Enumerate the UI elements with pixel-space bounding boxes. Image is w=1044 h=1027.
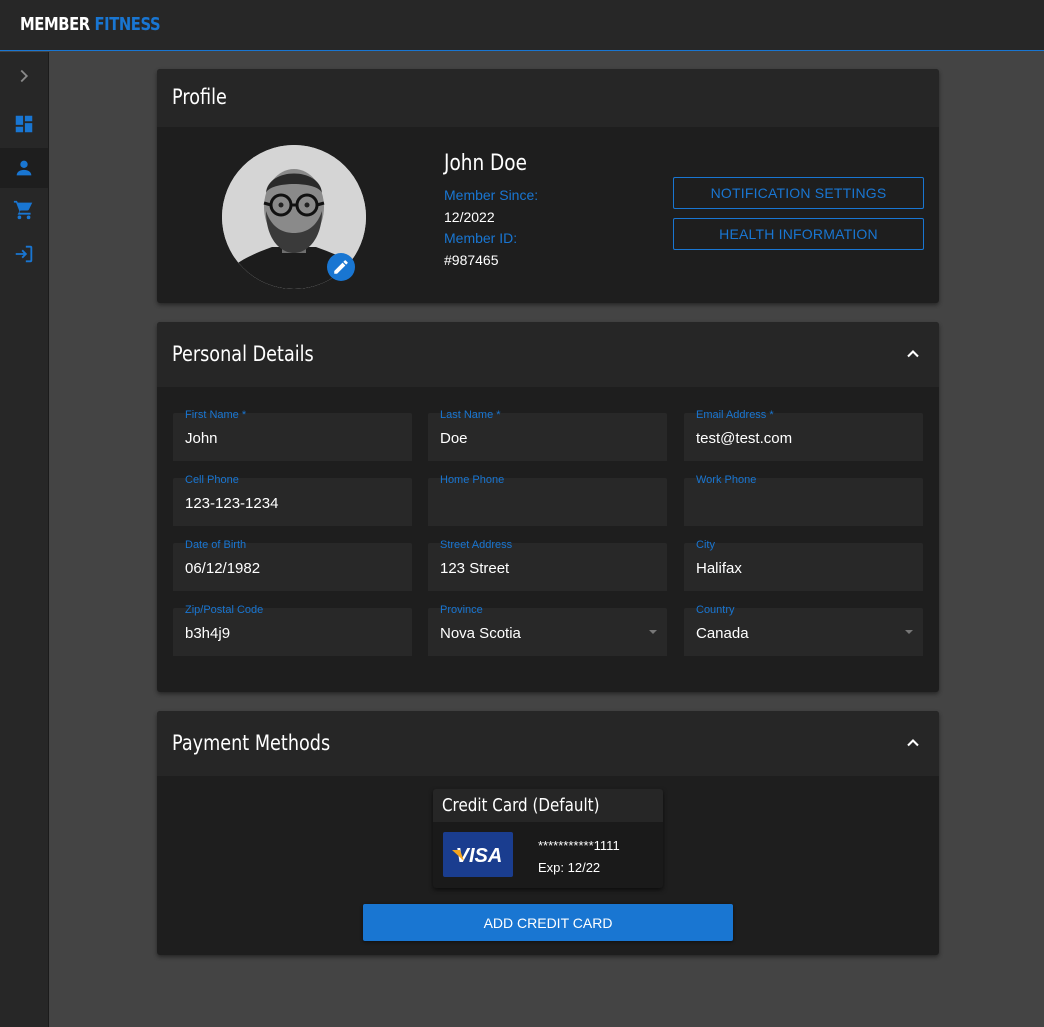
profile-card-header: Profile	[157, 69, 939, 127]
card-number: ***********1111	[538, 838, 620, 853]
top-app-bar: MEMBER FITNESS	[0, 0, 1044, 51]
dropdown-arrow-icon	[649, 630, 657, 634]
payment-methods-title: Payment Methods	[172, 731, 331, 755]
sidebar-item-logout[interactable]	[0, 234, 48, 274]
city-field[interactable]: City Halifax	[684, 539, 923, 591]
personal-details-card: Personal Details First Name * John Last …	[157, 322, 939, 692]
dashboard-icon	[15, 115, 33, 133]
postal-code-field[interactable]: Zip/Postal Code b3h4j9	[173, 604, 412, 656]
chevron-right-icon	[20, 69, 29, 83]
postal-code-value: b3h4j9	[185, 625, 231, 642]
chevron-up-icon[interactable]	[903, 733, 923, 753]
email-field[interactable]: Email Address * test@test.com	[684, 409, 923, 461]
sidebar-item-shop[interactable]	[0, 190, 48, 230]
credit-card-title: Credit Card (Default)	[442, 795, 600, 816]
date-of-birth-label: Date of Birth	[185, 539, 247, 551]
home-phone-field[interactable]: Home Phone	[428, 474, 667, 526]
date-of-birth-value: 06/12/1982	[185, 560, 261, 577]
work-phone-field[interactable]: Work Phone	[684, 474, 923, 526]
profile-title: Profile	[172, 85, 227, 109]
work-phone-label: Work Phone	[696, 474, 757, 486]
member-since-value: 12/2022	[444, 209, 495, 225]
last-name-label: Last Name *	[440, 409, 501, 421]
first-name-label: First Name *	[185, 409, 247, 421]
card-expiry: Exp: 12/22	[538, 860, 601, 875]
city-value: Halifax	[696, 560, 742, 577]
person-icon	[16, 160, 32, 176]
home-phone-label: Home Phone	[440, 474, 505, 486]
first-name-value: John	[185, 430, 218, 447]
province-label: Province	[440, 604, 483, 616]
payment-methods-card: Payment Methods Credit Card (Default) VI…	[157, 711, 939, 955]
edit-photo-button[interactable]	[327, 253, 355, 281]
country-value: Canada	[696, 625, 749, 642]
street-address-value: 123 Street	[440, 560, 510, 577]
chevron-up-icon[interactable]	[903, 344, 923, 364]
credit-card-item[interactable]: Credit Card (Default) VISA ***********11…	[433, 789, 663, 888]
credit-card-header: Credit Card (Default)	[433, 789, 663, 822]
country-select[interactable]: Country Canada	[684, 604, 923, 656]
brand-logo[interactable]: MEMBER FITNESS	[20, 14, 161, 35]
cell-phone-label: Cell Phone	[185, 474, 239, 486]
sidebar-item-profile[interactable]	[0, 148, 48, 188]
logout-icon	[15, 245, 33, 263]
pencil-icon	[334, 260, 348, 274]
brand-text-member: MEMBER	[20, 14, 90, 35]
profile-card: Profile John Doe Member Since: 12/2022 M…	[157, 69, 939, 303]
visa-logo-mark: VISA	[452, 845, 503, 867]
sidebar-expand-button[interactable]	[0, 56, 48, 96]
notification-settings-button[interactable]: NOTIFICATION SETTINGS	[673, 177, 924, 209]
brand-text-fitness: FITNESS	[94, 14, 161, 35]
visa-logo: VISA	[443, 832, 513, 877]
postal-code-label: Zip/Postal Code	[185, 604, 264, 616]
cell-phone-field[interactable]: Cell Phone 123-123-1234	[173, 474, 412, 526]
province-value: Nova Scotia	[440, 625, 521, 642]
last-name-field[interactable]: Last Name * Doe	[428, 409, 667, 461]
add-credit-card-button[interactable]: ADD CREDIT CARD	[363, 904, 733, 941]
personal-details-header[interactable]: Personal Details	[157, 322, 939, 387]
email-label: Email Address *	[696, 409, 774, 421]
member-id-label: Member ID:	[444, 230, 518, 246]
sidebar-item-dashboard[interactable]	[0, 104, 48, 144]
visa-brand-text: VISA	[456, 845, 503, 867]
last-name-value: Doe	[440, 430, 468, 447]
first-name-field[interactable]: First Name * John	[173, 409, 412, 461]
dropdown-arrow-icon	[905, 630, 913, 634]
province-select[interactable]: Province Nova Scotia	[428, 604, 667, 656]
city-label: City	[696, 539, 715, 551]
health-information-button[interactable]: HEALTH INFORMATION	[673, 218, 924, 250]
date-of-birth-field[interactable]: Date of Birth 06/12/1982	[173, 539, 412, 591]
member-since-label: Member Since:	[444, 187, 539, 203]
member-name: John Doe	[444, 151, 527, 176]
country-label: Country	[696, 604, 735, 616]
personal-details-title: Personal Details	[172, 342, 314, 366]
shopping-cart-icon	[13, 200, 33, 220]
cell-phone-value: 123-123-1234	[185, 495, 279, 512]
street-address-field[interactable]: Street Address 123 Street	[428, 539, 667, 591]
street-address-label: Street Address	[440, 539, 513, 551]
side-navigation	[0, 52, 49, 1027]
payment-methods-header[interactable]: Payment Methods	[157, 711, 939, 776]
email-value: test@test.com	[696, 430, 793, 447]
member-id-value: #987465	[444, 252, 499, 268]
